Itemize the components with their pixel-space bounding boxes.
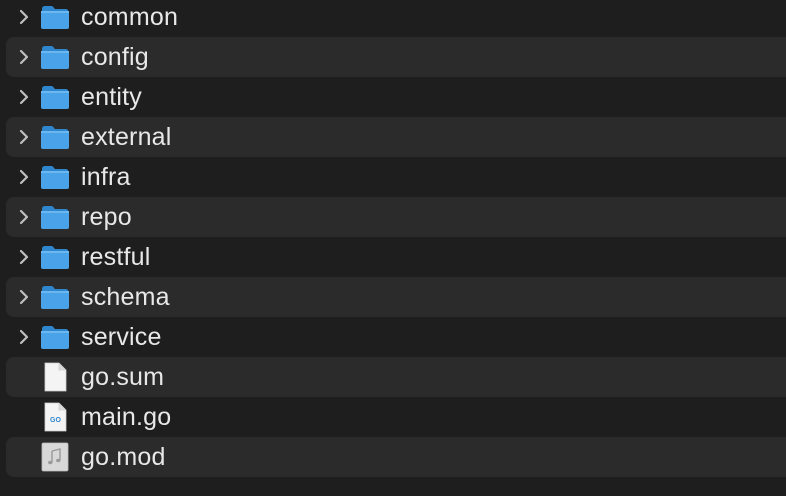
item-label: main.go (81, 402, 172, 431)
list-item-repo[interactable]: repo (6, 197, 786, 237)
item-label: go.sum (81, 362, 165, 391)
item-label: config (81, 42, 149, 71)
item-label: infra (81, 162, 131, 191)
folder-icon (38, 0, 72, 37)
folder-icon (38, 197, 72, 237)
audio-file-icon (38, 437, 72, 477)
chevron-right-icon[interactable] (13, 77, 35, 117)
go-badge: GO (50, 417, 61, 424)
folder-icon (38, 237, 72, 277)
item-label: restful (81, 242, 151, 271)
item-label: entity (81, 82, 142, 111)
list-item-external[interactable]: external (6, 117, 786, 157)
folder-icon (38, 277, 72, 317)
item-label: go.mod (81, 442, 166, 471)
chevron-right-icon[interactable] (13, 197, 35, 237)
list-item-entity[interactable]: entity (6, 77, 786, 117)
file-list: common config entity external infra repo… (0, 0, 786, 477)
item-label: external (81, 122, 172, 151)
item-label: service (81, 322, 162, 351)
list-item-config[interactable]: config (6, 37, 786, 77)
folder-icon (38, 117, 72, 157)
list-item-restful[interactable]: restful (6, 237, 786, 277)
item-label: repo (81, 202, 132, 231)
list-item-go-sum[interactable]: go.sum (6, 357, 786, 397)
folder-icon (38, 317, 72, 357)
blank-file-icon (38, 357, 72, 397)
item-label: schema (81, 282, 170, 311)
chevron-right-icon[interactable] (13, 237, 35, 277)
folder-icon (38, 157, 72, 197)
chevron-right-icon[interactable] (13, 277, 35, 317)
item-label: common (81, 2, 179, 31)
list-item-service[interactable]: service (6, 317, 786, 357)
chevron-right-icon[interactable] (13, 157, 35, 197)
go-file-icon: GO (38, 397, 72, 437)
list-item-schema[interactable]: schema (6, 277, 786, 317)
folder-icon (38, 37, 72, 77)
chevron-right-icon[interactable] (13, 317, 35, 357)
chevron-right-icon[interactable] (13, 0, 35, 37)
list-item-infra[interactable]: infra (6, 157, 786, 197)
list-item-go-mod[interactable]: go.mod (6, 437, 786, 477)
list-item-common[interactable]: common (6, 0, 786, 37)
folder-icon (38, 77, 72, 117)
chevron-right-icon[interactable] (13, 37, 35, 77)
list-item-main-go[interactable]: GO main.go (6, 397, 786, 437)
chevron-right-icon[interactable] (13, 117, 35, 157)
